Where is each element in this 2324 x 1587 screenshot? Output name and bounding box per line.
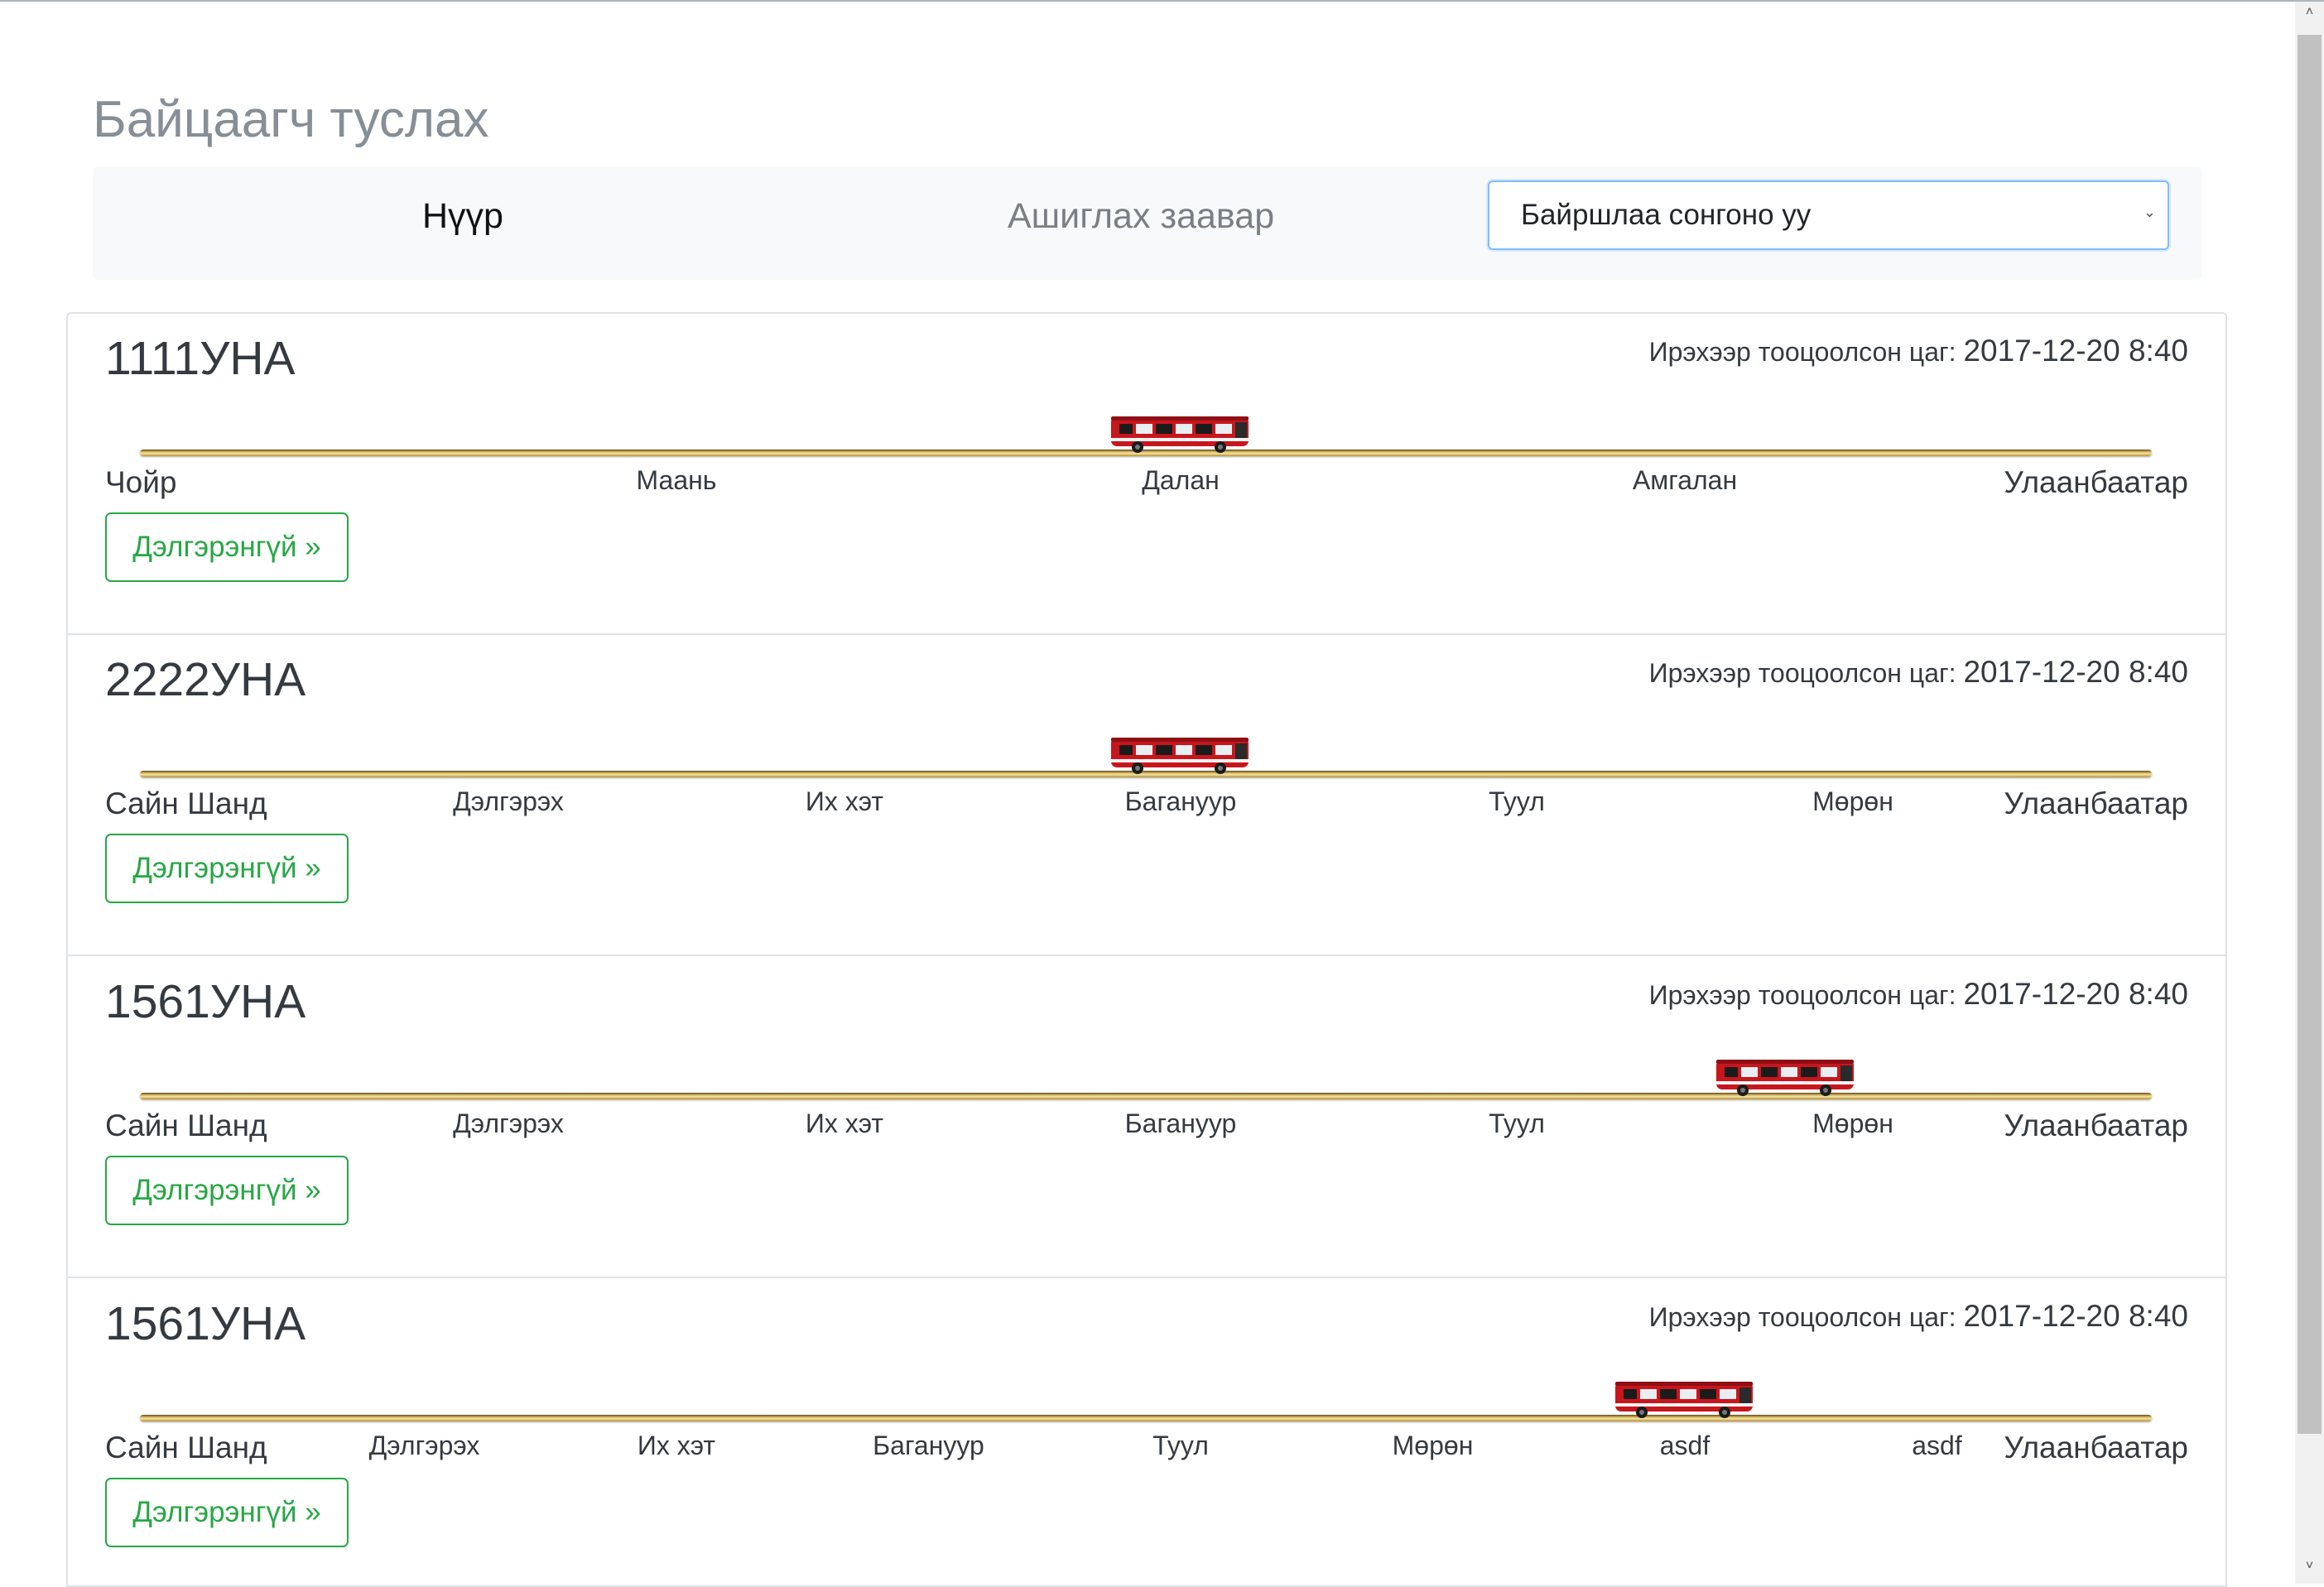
bus-icon [1612,1377,1758,1421]
stop-label: Дэлгэрэх [368,1431,480,1460]
navbar: Нүүр Ашиглах заавар Байршлаа сонгоно уу … [93,167,2202,280]
window-top-border [0,0,2324,2]
stop-label: Сайн Шанд [105,1431,267,1464]
stop-label: Мөрөн [1812,786,1893,816]
stop-label: Улаанбаатар [2004,1108,2188,1142]
stop-label: Маань [636,465,717,495]
stop-label: Мөрөн [1812,1108,1893,1138]
stop-label: Их хэт [805,786,884,816]
chevron-down-icon: ⌄ [2143,204,2156,220]
eta-label: Ирэхээр тооцоолсон цаг: [1648,658,1956,688]
bus-icon [1108,733,1253,777]
route-list: 1111УНА Ирэхээр тооцоолсон цаг: 2017-12-… [66,312,2227,1587]
stop-label: Чойр [105,465,177,499]
eta-info: Ирэхээр тооцоолсон цаг: 2017-12-20 8:40 [1649,334,2188,368]
stop-label: Мөрөн [1392,1431,1474,1460]
eta-value: 2017-12-20 8:40 [1963,655,2188,689]
stop-label: Улаанбаатар [2004,465,2188,499]
route-card: 1111УНА Ирэхээр тооцоолсон цаг: 2017-12-… [68,314,2225,635]
location-select-value: Байршлаа сонгоно уу [1521,199,1812,231]
eta-label: Ирэхээр тооцоолсон цаг: [1648,337,1956,367]
stop-label: Амгалан [1632,465,1738,495]
eta-info: Ирэхээр тооцоолсон цаг: 2017-12-20 8:40 [1649,977,2188,1012]
scroll-down-icon[interactable]: ˅ [2295,1559,2324,1584]
route-plate: 2222УНА [105,653,306,706]
stop-label: asdf [1659,1431,1711,1460]
stop-label: Багануур [1124,1108,1237,1138]
scroll-thumb[interactable] [2298,35,2322,1434]
stop-label: Туул [1489,1108,1545,1138]
stop-label: Улаанбаатар [2004,786,2188,820]
route-plate: 1561УНА [105,1297,306,1350]
nav-guide-link[interactable]: Ашиглах заавар [1008,195,1274,238]
details-button[interactable]: Дэлгэрэнгүй » [105,1156,349,1225]
stop-label: Дэлгэрэх [453,786,564,816]
route-plate: 1561УНА [105,975,306,1028]
stop-label: Багануур [873,1431,984,1460]
page-scrollbar[interactable]: ˄ ˅ [2295,2,2324,1584]
bus-icon [1713,1055,1859,1099]
details-button[interactable]: Дэлгэрэнгүй » [105,512,349,582]
stop-label: Их хэт [637,1431,716,1460]
eta-label: Ирэхээр тооцоолсон цаг: [1648,1302,1956,1332]
stop-label: Туул [1152,1431,1209,1460]
eta-value: 2017-12-20 8:40 [1963,977,2188,1011]
eta-value: 2017-12-20 8:40 [1963,1299,2188,1333]
eta-value: 2017-12-20 8:40 [1963,334,2188,368]
route-card: 1561УНА Ирэхээр тооцоолсон цаг: 2017-12-… [68,957,2225,1278]
stop-label: Их хэт [805,1108,884,1138]
stop-label: Дэлгэрэх [453,1108,564,1138]
stop-label: Сайн Шанд [105,1108,267,1142]
eta-label: Ирэхээр тооцоолсон цаг: [1648,980,1956,1010]
route-card: 1561УНА Ирэхээр тооцоолсон цаг: 2017-12-… [68,1279,2225,1585]
stop-label: Далан [1142,465,1220,495]
stop-label: Улаанбаатар [2004,1431,2188,1464]
route-card: 2222УНА Ирэхээр тооцоолсон цаг: 2017-12-… [68,635,2225,956]
details-button[interactable]: Дэлгэрэнгүй » [105,1478,349,1547]
details-button[interactable]: Дэлгэрэнгүй » [105,834,349,903]
eta-info: Ирэхээр тооцоолсон цаг: 2017-12-20 8:40 [1649,1299,2188,1334]
nav-home-link[interactable]: Нүүр [422,195,503,238]
stop-label: Сайн Шанд [105,786,267,820]
scroll-up-icon[interactable]: ˄ [2295,5,2324,30]
bus-icon [1108,411,1253,456]
stop-label: Туул [1489,786,1545,816]
route-track [140,1415,2152,1421]
route-plate: 1111УНА [105,332,296,385]
location-select[interactable]: Байршлаа сонгоно уу ⌄ [1488,180,2169,250]
eta-info: Ирэхээр тооцоолсон цаг: 2017-12-20 8:40 [1649,655,2188,690]
page-title: Байцаагч туслах [93,91,489,148]
stop-label: asdf [1912,1431,1962,1460]
stop-label: Багануур [1124,786,1237,816]
